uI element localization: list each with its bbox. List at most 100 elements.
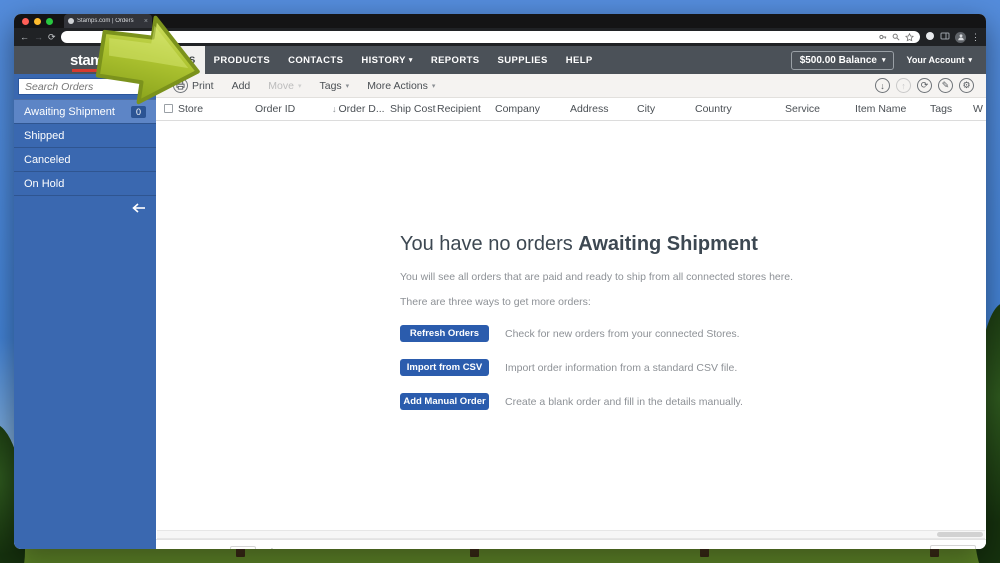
app-navbar: stamps ORDERS PRODUCTS CONTACTS HISTORY ▾…	[14, 46, 986, 74]
scrollbar-thumb[interactable]	[937, 532, 983, 537]
browser-menu-icon[interactable]: ⋮	[971, 32, 980, 42]
column-header-item-name[interactable]: Item Name	[855, 103, 906, 115]
move-button[interactable]: Move ▾	[259, 80, 310, 92]
tab-supplies[interactable]: SUPPLIES	[489, 46, 557, 74]
sidebar-item-label: Shipped	[24, 129, 65, 142]
main-panel: Print Add Move ▾ Tags ▾ More Actions ▾ ↓ ↑ …	[156, 74, 986, 549]
first-page-icon[interactable]: «	[166, 548, 176, 549]
collapse-sidebar-icon[interactable]	[132, 200, 146, 218]
add-manual-order-button[interactable]: Add Manual Order	[400, 393, 489, 410]
print-label: Print	[192, 79, 214, 92]
page-of-label: of 0	[264, 548, 281, 549]
more-actions-label: More Actions	[367, 79, 428, 92]
column-header-tags[interactable]: Tags	[930, 103, 952, 115]
empty-title-bold: Awaiting Shipment	[578, 233, 758, 255]
count-badge: 0	[130, 105, 146, 118]
toolbar-right-icons: ↓ ↑ ⟳ ✎ ⚙	[875, 78, 978, 93]
horizontal-scrollbar[interactable]	[157, 530, 985, 539]
page-number-input[interactable]	[230, 545, 257, 549]
next-page-icon[interactable]: ›	[289, 548, 296, 549]
edit-icon[interactable]: ✎	[938, 78, 953, 93]
orders-toolbar: Print Add Move ▾ Tags ▾ More Actions ▾ ↓ ↑ …	[156, 74, 986, 98]
extension-icon[interactable]	[925, 31, 935, 43]
search-icon[interactable]	[892, 33, 900, 41]
column-header-store[interactable]: Store	[178, 103, 203, 115]
gear-icon[interactable]: ⚙	[959, 78, 974, 93]
tab-products[interactable]: PRODUCTS	[205, 46, 280, 74]
column-header-country[interactable]: Country	[695, 103, 732, 115]
orders-table-header: Store Order ID ↓ Order D... Ship Cost Rec…	[156, 98, 986, 121]
tab-reports-label: REPORTS	[430, 54, 480, 66]
sidebar-panel-icon[interactable]	[940, 31, 950, 43]
tab-history[interactable]: HISTORY ▾	[352, 46, 421, 74]
account-label: Your Account	[906, 55, 965, 65]
upload-icon[interactable]: ↑	[896, 78, 911, 93]
column-header-address[interactable]: Address	[570, 103, 609, 115]
your-account-button[interactable]: Your Account ▾	[906, 55, 972, 65]
add-label: Add	[231, 79, 251, 92]
column-header-city[interactable]: City	[637, 103, 655, 115]
column-header-company[interactable]: Company	[495, 103, 540, 115]
chevron-down-icon: ▾	[431, 82, 436, 90]
column-header-order-date[interactable]: ↓ Order D...	[332, 103, 385, 115]
url-input[interactable]	[66, 32, 874, 42]
balance-button[interactable]: $500.00 Balance ▾	[790, 50, 895, 70]
column-header-order-id[interactable]: Order ID	[255, 103, 295, 115]
forward-icon[interactable]: →	[34, 32, 43, 42]
empty-state-title: You have no orders Awaiting Shipment	[400, 233, 820, 256]
stamps-logo-text: stamps	[70, 51, 120, 69]
tab-help[interactable]: HELP	[557, 46, 602, 74]
column-header-weight[interactable]: W	[973, 103, 983, 115]
back-icon[interactable]: ←	[20, 32, 29, 42]
bookmark-star-icon[interactable]	[905, 32, 914, 42]
browser-tab[interactable]: Stamps.com | Orders ×	[64, 14, 152, 28]
chevron-down-icon: ▾	[297, 82, 302, 90]
empty-state-intro: There are three ways to get more orders:	[400, 296, 591, 308]
download-icon[interactable]: ↓	[875, 78, 890, 93]
tab-orders[interactable]: ORDERS	[143, 46, 205, 74]
tab-close-icon[interactable]: ×	[144, 18, 148, 25]
per-page-value: 100	[936, 548, 953, 549]
refresh-orders-desc: Check for new orders from your connected…	[505, 327, 740, 340]
add-button[interactable]: Add	[223, 80, 260, 92]
print-button[interactable]: Print	[164, 78, 223, 93]
sidebar-item-canceled[interactable]: Canceled	[14, 147, 156, 171]
reload-icon[interactable]: ⟳	[48, 32, 56, 42]
move-label: Move	[268, 79, 294, 92]
select-all-checkbox[interactable]	[164, 104, 173, 113]
tags-label: Tags	[319, 79, 342, 92]
tab-supplies-label: SUPPLIES	[497, 54, 548, 66]
app-nav-items: ORDERS PRODUCTS CONTACTS HISTORY ▾ REPORT…	[143, 46, 602, 74]
refresh-icon[interactable]: ⟳	[917, 78, 932, 93]
sidebar-item-awaiting-shipment[interactable]: Awaiting Shipment 0	[14, 99, 156, 123]
browser-window: Stamps.com | Orders × ← → ⟳ ⋮ stamps ORD…	[14, 14, 986, 549]
tab-history-label: HISTORY	[361, 54, 406, 66]
browser-address-bar: ← → ⟳ ⋮	[14, 28, 986, 46]
profile-avatar[interactable]	[955, 31, 966, 43]
password-key-icon[interactable]	[879, 33, 887, 41]
desktop-background: Stamps.com | Orders × ← → ⟳ ⋮ stamps ORD…	[0, 0, 1000, 563]
chevron-down-icon: ▾	[345, 82, 350, 90]
refresh-orders-button[interactable]: Refresh Orders	[400, 325, 489, 342]
column-header-ship-cost[interactable]: Ship Cost	[390, 103, 436, 115]
last-page-icon[interactable]: »	[304, 548, 314, 549]
url-bar[interactable]	[60, 31, 920, 43]
previous-page-icon[interactable]: ‹	[184, 548, 191, 549]
search-orders-input[interactable]	[18, 78, 152, 95]
sidebar-item-label: Canceled	[24, 153, 71, 166]
minimize-window-button[interactable]	[34, 17, 41, 25]
per-page-select[interactable]: 100 ▾	[930, 545, 976, 549]
column-header-service[interactable]: Service	[785, 103, 820, 115]
sidebar: Awaiting Shipment 0 Shipped Canceled On …	[14, 74, 156, 549]
sidebar-item-on-hold[interactable]: On Hold	[14, 171, 156, 195]
stamps-logo[interactable]: stamps	[70, 51, 120, 72]
more-actions-button[interactable]: More Actions ▾	[358, 80, 444, 92]
import-from-csv-button[interactable]: Import from CSV	[400, 359, 489, 376]
zoom-window-button[interactable]	[46, 17, 53, 25]
tab-contacts[interactable]: CONTACTS	[279, 46, 352, 74]
tab-reports[interactable]: REPORTS	[422, 46, 489, 74]
sidebar-item-shipped[interactable]: Shipped	[14, 123, 156, 147]
close-window-button[interactable]	[22, 17, 29, 25]
tags-button[interactable]: Tags ▾	[310, 80, 358, 92]
column-header-recipient[interactable]: Recipient	[437, 103, 481, 115]
